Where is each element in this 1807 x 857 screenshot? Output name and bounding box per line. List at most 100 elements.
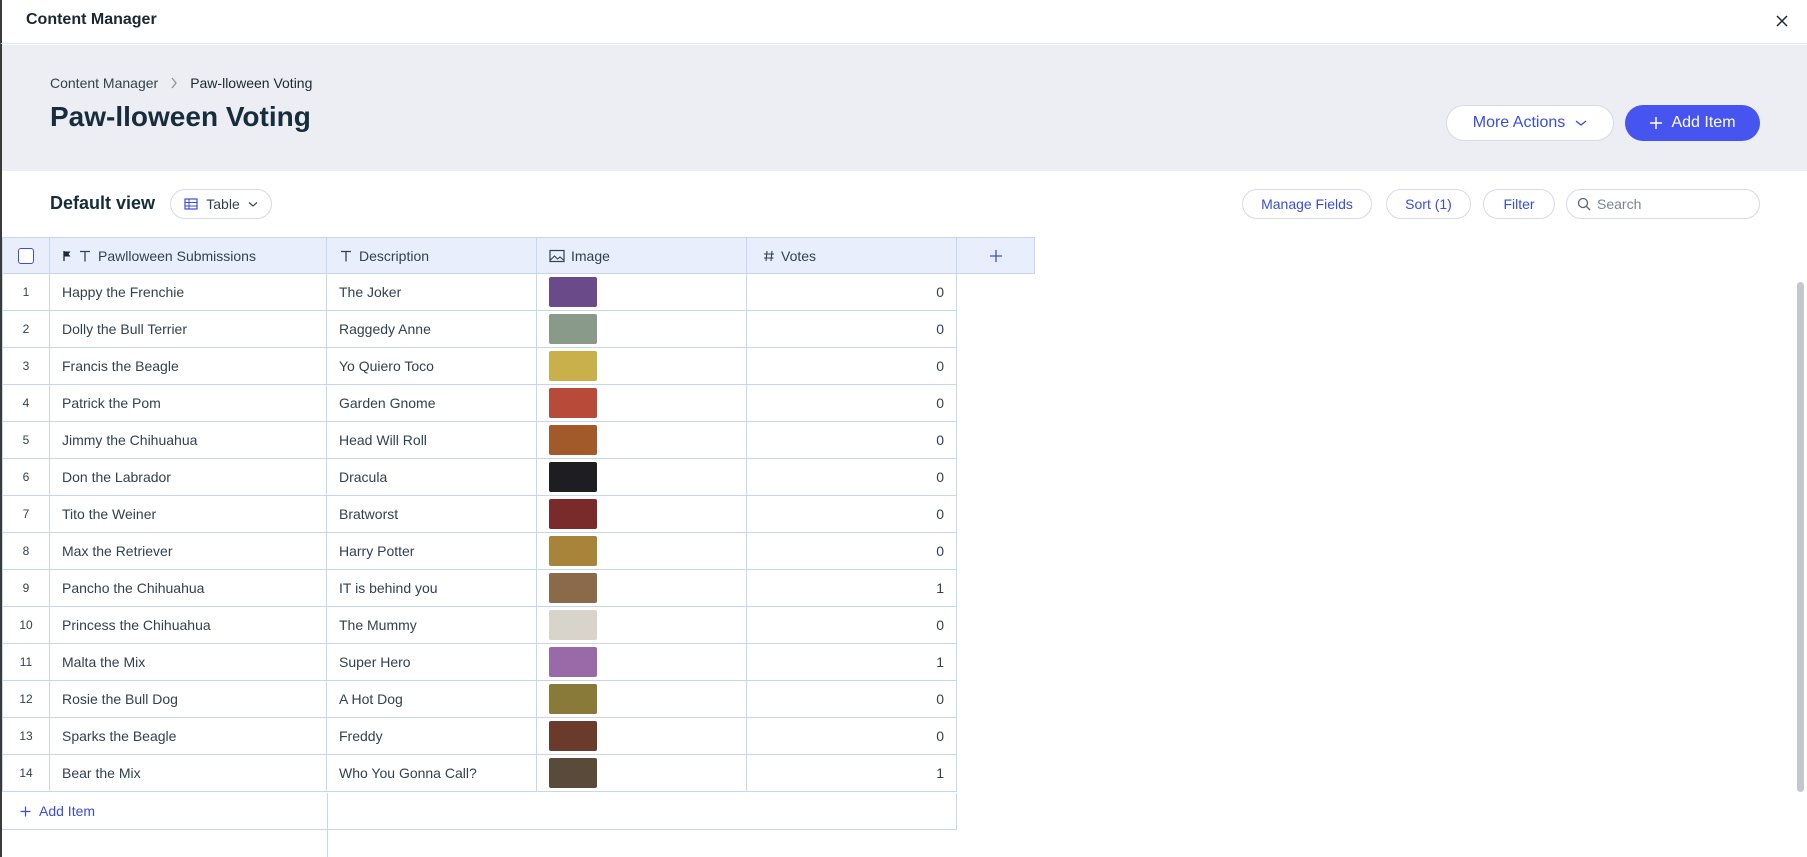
description-cell[interactable]: Raggedy Anne — [327, 311, 537, 348]
plus-icon — [1650, 117, 1663, 129]
votes-cell[interactable]: 0 — [747, 459, 957, 496]
image-cell[interactable] — [537, 533, 747, 570]
flag-icon — [63, 250, 71, 261]
submission-cell[interactable]: Patrick the Pom — [50, 385, 327, 422]
column-header-label: Votes — [781, 247, 817, 264]
votes-cell[interactable]: 0 — [747, 533, 957, 570]
submission-cell[interactable]: Sparks the Beagle — [50, 718, 327, 755]
description-cell[interactable]: IT is behind you — [327, 570, 537, 607]
dog-photo-thumbnail — [549, 610, 597, 640]
votes-cell[interactable]: 0 — [747, 274, 957, 311]
manage-fields-button[interactable]: Manage Fields — [1242, 189, 1372, 219]
add-item-row-button[interactable]: Add Item — [20, 803, 95, 819]
column-header-submissions[interactable]: Pawlloween Submissions — [50, 237, 327, 274]
table-row[interactable]: 11 Malta the Mix Super Hero 1 — [2, 644, 957, 681]
votes-cell[interactable]: 1 — [747, 570, 957, 607]
add-item-button[interactable]: Add Item — [1625, 105, 1760, 141]
table-row[interactable]: 13 Sparks the Beagle Freddy 0 — [2, 718, 957, 755]
submission-cell[interactable]: Happy the Frenchie — [50, 274, 327, 311]
column-header-image[interactable]: Image — [537, 237, 747, 274]
votes-cell[interactable]: 0 — [747, 607, 957, 644]
row-number: 6 — [2, 459, 50, 496]
votes-cell[interactable]: 1 — [747, 755, 957, 792]
table-row[interactable]: 10 Princess the Chihuahua The Mummy 0 — [2, 607, 957, 644]
votes-cell[interactable]: 0 — [747, 311, 957, 348]
image-cell[interactable] — [537, 681, 747, 718]
table-row[interactable]: 2 Dolly the Bull Terrier Raggedy Anne 0 — [2, 311, 957, 348]
submission-cell[interactable]: Dolly the Bull Terrier — [50, 311, 327, 348]
table-row[interactable]: 5 Jimmy the Chihuahua Head Will Roll 0 — [2, 422, 957, 459]
search-icon — [1577, 197, 1591, 211]
search-input[interactable] — [1597, 196, 1747, 212]
column-header-votes[interactable]: Votes — [747, 237, 957, 274]
votes-cell[interactable]: 0 — [747, 718, 957, 755]
description-cell[interactable]: Dracula — [327, 459, 537, 496]
description-cell[interactable]: Bratworst — [327, 496, 537, 533]
image-cell[interactable] — [537, 570, 747, 607]
close-icon[interactable] — [1771, 10, 1793, 32]
votes-cell[interactable]: 0 — [747, 681, 957, 718]
image-cell[interactable] — [537, 422, 747, 459]
image-cell[interactable] — [537, 459, 747, 496]
column-header-description[interactable]: Description — [327, 237, 537, 274]
votes-cell[interactable]: 0 — [747, 385, 957, 422]
dog-photo-thumbnail — [549, 425, 597, 455]
add-item-label: Add Item — [1671, 114, 1736, 131]
sort-button[interactable]: Sort (1) — [1386, 189, 1471, 219]
breadcrumb-root[interactable]: Content Manager — [50, 75, 158, 91]
app-title: Content Manager — [26, 11, 157, 28]
description-cell[interactable]: Head Will Roll — [327, 422, 537, 459]
submission-cell[interactable]: Jimmy the Chihuahua — [50, 422, 327, 459]
table-row[interactable]: 12 Rosie the Bull Dog A Hot Dog 0 — [2, 681, 957, 718]
vertical-scrollbar[interactable] — [1797, 282, 1804, 792]
description-cell[interactable]: Harry Potter — [327, 533, 537, 570]
view-type-dropdown[interactable]: Table — [170, 189, 272, 219]
table-row[interactable]: 9 Pancho the Chihuahua IT is behind you 1 — [2, 570, 957, 607]
table-row[interactable]: 6 Don the Labrador Dracula 0 — [2, 459, 957, 496]
image-cell[interactable] — [537, 644, 747, 681]
table-row[interactable]: 14 Bear the Mix Who You Gonna Call? 1 — [2, 755, 957, 792]
image-cell[interactable] — [537, 718, 747, 755]
votes-cell[interactable]: 0 — [747, 422, 957, 459]
table-row[interactable]: 7 Tito the Weiner Bratworst 0 — [2, 496, 957, 533]
submission-cell[interactable]: Malta the Mix — [50, 644, 327, 681]
votes-cell[interactable]: 0 — [747, 496, 957, 533]
votes-cell[interactable]: 0 — [747, 348, 957, 385]
chevron-right-icon — [171, 77, 178, 89]
description-cell[interactable]: The Joker — [327, 274, 537, 311]
filter-button[interactable]: Filter — [1483, 189, 1555, 219]
description-cell[interactable]: Garden Gnome — [327, 385, 537, 422]
image-cell[interactable] — [537, 496, 747, 533]
submission-cell[interactable]: Max the Retriever — [50, 533, 327, 570]
image-cell[interactable] — [537, 385, 747, 422]
search-box[interactable] — [1566, 189, 1760, 219]
table-row[interactable]: 4 Patrick the Pom Garden Gnome 0 — [2, 385, 957, 422]
image-cell[interactable] — [537, 607, 747, 644]
submission-cell[interactable]: Pancho the Chihuahua — [50, 570, 327, 607]
description-cell[interactable]: Yo Quiero Toco — [327, 348, 537, 385]
add-column-button[interactable] — [957, 237, 1035, 274]
description-cell[interactable]: Freddy — [327, 718, 537, 755]
image-cell[interactable] — [537, 755, 747, 792]
submission-cell[interactable]: Don the Labrador — [50, 459, 327, 496]
select-all-checkbox[interactable] — [18, 247, 34, 264]
image-cell[interactable] — [537, 348, 747, 385]
table-row[interactable]: 1 Happy the Frenchie The Joker 0 — [2, 274, 957, 311]
description-cell[interactable]: A Hot Dog — [327, 681, 537, 718]
page-title: Paw-lloween Voting — [50, 101, 311, 132]
image-cell[interactable] — [537, 274, 747, 311]
submission-cell[interactable]: Tito the Weiner — [50, 496, 327, 533]
description-cell[interactable]: Super Hero — [327, 644, 537, 681]
table-row[interactable]: 8 Max the Retriever Harry Potter 0 — [2, 533, 957, 570]
votes-cell[interactable]: 1 — [747, 644, 957, 681]
submission-cell[interactable]: Princess the Chihuahua — [50, 607, 327, 644]
description-cell[interactable]: The Mummy — [327, 607, 537, 644]
chevron-down-icon — [248, 201, 258, 207]
more-actions-button[interactable]: More Actions — [1446, 105, 1614, 141]
submission-cell[interactable]: Rosie the Bull Dog — [50, 681, 327, 718]
submission-cell[interactable]: Bear the Mix — [50, 755, 327, 792]
submission-cell[interactable]: Francis the Beagle — [50, 348, 327, 385]
image-cell[interactable] — [537, 311, 747, 348]
description-cell[interactable]: Who You Gonna Call? — [327, 755, 537, 792]
table-row[interactable]: 3 Francis the Beagle Yo Quiero Toco 0 — [2, 348, 957, 385]
